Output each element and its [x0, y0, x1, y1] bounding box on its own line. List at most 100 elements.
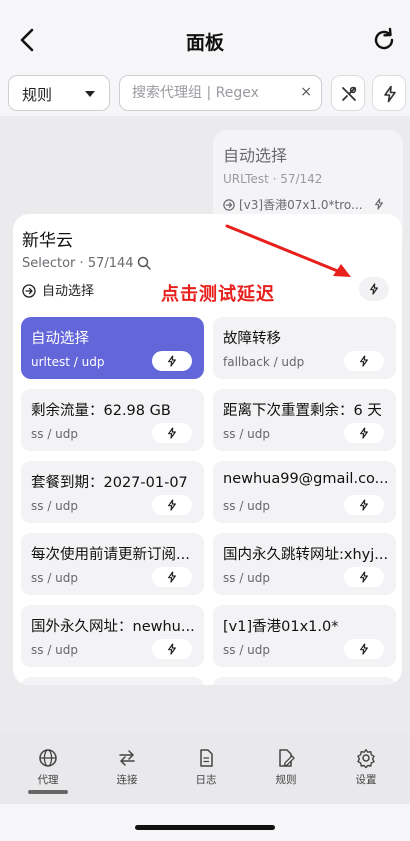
proxy-type: ss / udp [31, 427, 79, 441]
bolt-icon [370, 283, 378, 295]
tab-label: 代理 [37, 774, 59, 786]
proxy-name: 套餐到期：2027-01-07 [31, 475, 188, 491]
bolt-icon [168, 571, 176, 583]
group-name: 自动选择 [223, 146, 288, 165]
group-name: 新华云 [22, 231, 73, 251]
proxy-name: 剩余流量：62.98 GB [31, 403, 171, 419]
tab-label: 规则 [275, 774, 297, 786]
proxy-item[interactable]: newhua99@gmail.co... ss / udp [213, 461, 396, 523]
proxy-item[interactable]: 每次使用前请更新订阅... ss / udp [21, 533, 204, 595]
latency-button[interactable] [152, 351, 192, 371]
bolt-icon [168, 355, 176, 367]
tab-label: 日志 [195, 774, 217, 786]
tab-proxy[interactable]: 代理 [18, 748, 78, 787]
meta-separator: · [75, 256, 88, 271]
tab-connections[interactable]: 连接 [97, 748, 157, 787]
group-meta: URLTest · 57/142 [223, 172, 323, 186]
mode-select-value: 规则 [22, 86, 53, 104]
proxy-item[interactable]: 故障转移 fallback / udp [213, 317, 396, 379]
proxy-type: ss / udp [223, 571, 271, 585]
rules-icon [279, 749, 295, 767]
proxy-item[interactable]: 自动选择 urltest / udp [21, 317, 204, 379]
wrench-icon [342, 86, 357, 101]
annotation-arrow-icon [225, 224, 351, 277]
group-panel-xinhuayun: 新华云 Selector · 57/144 自动选择 点击测试延迟 自动选择 u… [13, 214, 402, 685]
globe-icon [39, 749, 57, 767]
proxy-item[interactable]: 距离下次重置剩余：6 天 ss / udp [213, 389, 396, 451]
latency-button[interactable] [152, 495, 192, 515]
caret-down-icon [85, 91, 95, 97]
active-tab-indicator [28, 790, 68, 794]
proxy-item[interactable]: [v1]香港01x1.0* ss / udp [213, 605, 396, 667]
latency-button[interactable] [344, 639, 384, 659]
bolt-icon [168, 499, 176, 511]
proxy-type: ss / udp [223, 643, 271, 657]
tab-logs[interactable]: 日志 [176, 748, 236, 787]
gear-icon [357, 749, 375, 768]
group-current-label: 自动选择 [42, 284, 95, 299]
arrow-circle-icon [22, 284, 36, 298]
proxy-groups-area: 自动选择 URLTest · 57/142 [v3]香港07x1.0*tro..… [0, 116, 410, 734]
filter-bar: 规则 × [0, 72, 410, 116]
group-current: 自动选择 [22, 280, 94, 299]
latency-button[interactable] [152, 423, 192, 443]
proxy-name: 国外永久网址：newhu... [31, 619, 195, 635]
proxy-name: 自动选择 [31, 331, 89, 347]
proxy-type: ss / udp [31, 643, 79, 657]
tab-settings[interactable]: 设置 [336, 748, 396, 787]
proxy-name: 距离下次重置剩余：6 天 [223, 403, 382, 419]
search-icon[interactable] [137, 256, 151, 270]
tab-label: 设置 [355, 774, 377, 786]
proxy-name: 故障转移 [223, 331, 281, 347]
bolt-icon [168, 427, 176, 439]
bolt-icon [360, 355, 368, 367]
latency-button[interactable] [152, 639, 192, 659]
speedtest-all-button[interactable] [372, 75, 406, 111]
proxy-type: ss / udp [223, 427, 271, 441]
latency-button[interactable] [152, 567, 192, 587]
proxy-item[interactable]: 剩余流量：62.98 GB ss / udp [21, 389, 204, 451]
proxy-item[interactable]: 国内永久跳转网址:xhyj... ss / udp [213, 533, 396, 595]
tool-button[interactable] [331, 75, 365, 111]
bolt-icon [360, 571, 368, 583]
latency-button[interactable] [344, 495, 384, 515]
bottom-nav: 代理 连接 日志 规则 设置 [0, 734, 410, 804]
proxy-type: ss / udp [31, 499, 79, 513]
arrows-swap-icon [119, 750, 135, 766]
tab-label: 连接 [116, 774, 138, 786]
proxy-item-partial[interactable] [21, 677, 204, 685]
bolt-icon [384, 85, 396, 103]
search-input[interactable] [132, 83, 292, 103]
tab-rules[interactable]: 规则 [256, 748, 316, 787]
proxy-type: ss / udp [223, 499, 271, 513]
clear-icon[interactable]: × [300, 84, 312, 100]
home-indicator[interactable] [135, 825, 275, 830]
proxy-item[interactable]: 套餐到期：2027-01-07 ss / udp [21, 461, 204, 523]
bolt-icon [168, 643, 176, 655]
home-indicator-bar [0, 804, 410, 841]
group-current-label: [v3]香港07x1.0*tro... [239, 198, 363, 212]
proxy-name: 每次使用前请更新订阅... [31, 547, 190, 563]
latency-button[interactable] [344, 351, 384, 371]
mode-select[interactable]: 规则 [8, 75, 110, 111]
top-bar: 面板 [0, 0, 410, 72]
latency-button[interactable] [344, 423, 384, 443]
page-title: 面板 [185, 32, 224, 54]
proxy-item-partial[interactable] [213, 677, 396, 685]
proxy-name: newhua99@gmail.co... [223, 471, 389, 487]
document-icon [200, 749, 213, 767]
group-type: Selector [22, 256, 76, 271]
bolt-icon [360, 499, 368, 511]
bolt-icon[interactable] [373, 198, 385, 210]
search-box[interactable]: × [119, 75, 322, 111]
proxy-name: 国内永久跳转网址:xhyj... [223, 547, 389, 563]
latency-button[interactable] [344, 567, 384, 587]
proxy-type: ss / udp [31, 571, 79, 585]
proxy-item[interactable]: 国外永久网址：newhu... ss / udp [21, 605, 204, 667]
proxy-name: [v1]香港01x1.0* [223, 619, 339, 635]
group-speedtest-button[interactable] [359, 277, 389, 301]
refresh-icon[interactable] [370, 26, 398, 54]
bolt-icon [360, 643, 368, 655]
proxy-type: urltest / udp [31, 355, 105, 369]
arrow-circle-icon [223, 199, 235, 211]
